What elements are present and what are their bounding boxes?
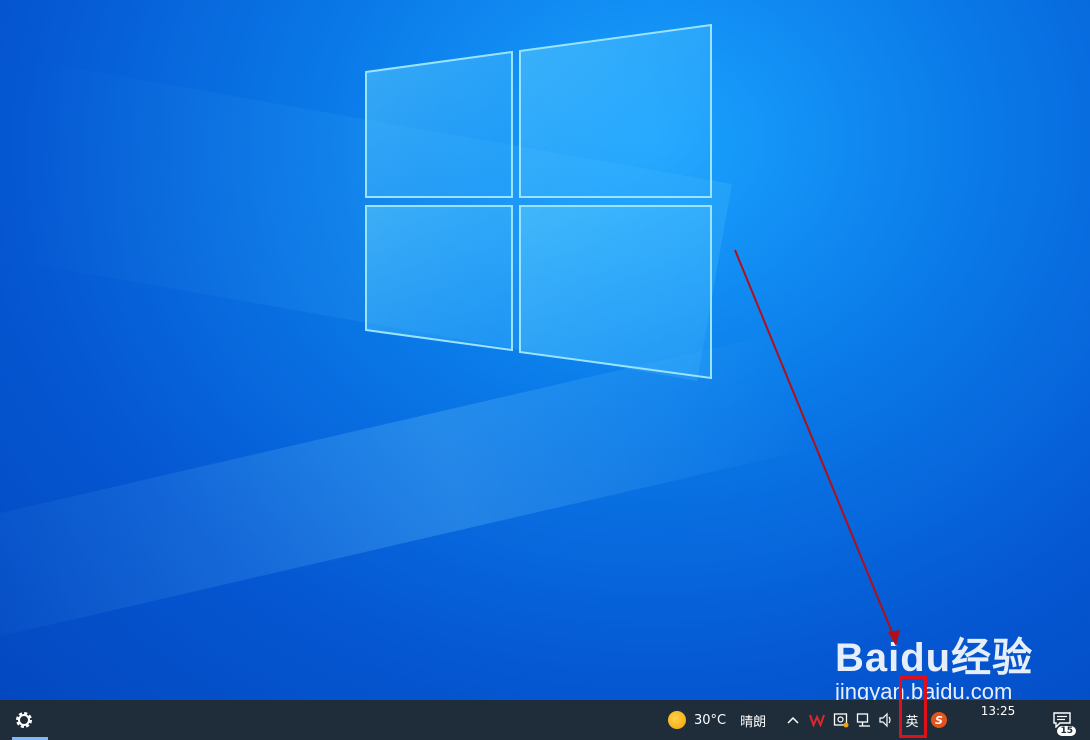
- weather-condition: 晴朗: [740, 714, 767, 730]
- wps-icon: [809, 714, 825, 727]
- watermark-url: jingyan.baidu.com: [835, 679, 1013, 700]
- chevron-up-icon: [787, 716, 799, 724]
- desktop-wallpaper: Baidu经验 jingyan.baidu.com: [0, 0, 1090, 700]
- volume-tray-button[interactable]: [875, 700, 897, 740]
- sogou-ime-button[interactable]: S: [928, 700, 950, 740]
- windows-logo: [365, 23, 712, 380]
- clock[interactable]: 13:25: [968, 700, 1028, 740]
- wps-tray-button[interactable]: [806, 700, 828, 740]
- sogou-icon: S: [931, 712, 947, 728]
- network-tray-button[interactable]: [853, 700, 875, 740]
- watermark-brand: Baidu经验: [835, 636, 1034, 680]
- annotation-highlight-box: [899, 676, 927, 738]
- sun-icon: [668, 711, 686, 729]
- security-tray-button[interactable]: [830, 700, 852, 740]
- show-hidden-icons-button[interactable]: [782, 700, 804, 740]
- baidu-watermark: Baidu经验 jingyan.baidu.com: [835, 625, 1033, 700]
- settings-button[interactable]: [0, 700, 48, 740]
- security-icon: [833, 713, 849, 728]
- settings-icon: [16, 712, 32, 728]
- action-center-button[interactable]: 15: [1044, 700, 1080, 740]
- volume-icon: [879, 712, 891, 728]
- network-icon: [856, 713, 870, 727]
- clock-time: 13:25: [980, 704, 1016, 718]
- weather-temperature: 30°C: [694, 712, 727, 728]
- weather-widget[interactable]: 30°C 晴朗: [668, 700, 778, 740]
- notification-count-badge: 15: [1057, 726, 1076, 736]
